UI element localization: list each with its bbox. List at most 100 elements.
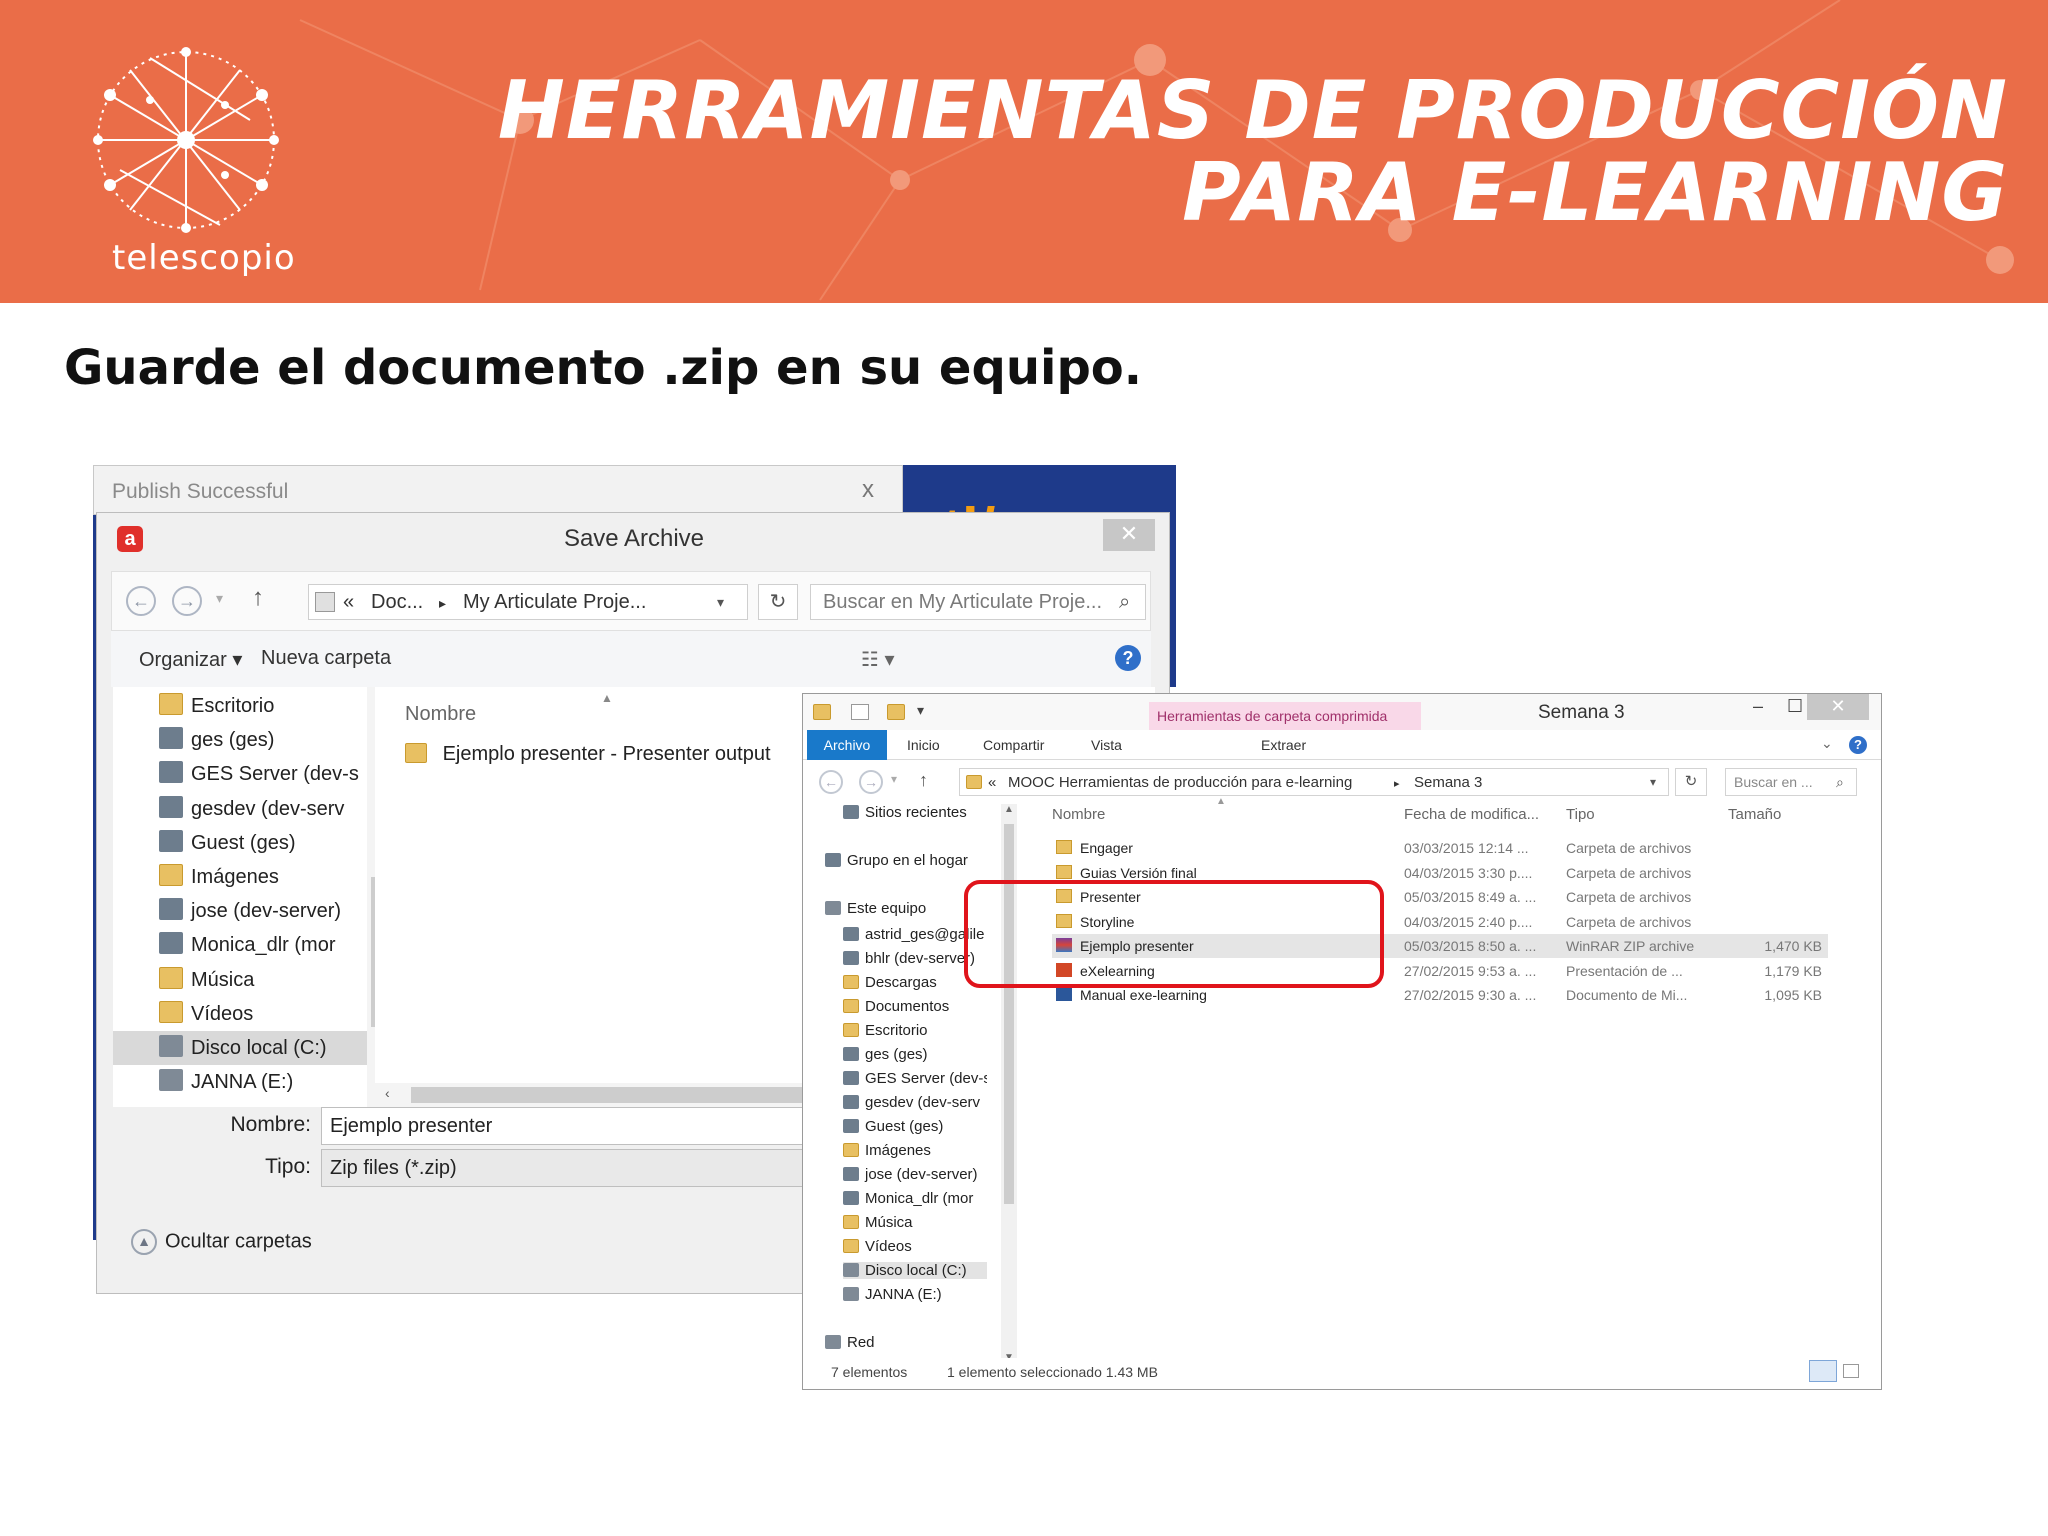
hide-folders-toggle[interactable]: ▲ Ocultar carpetas — [131, 1229, 312, 1255]
large-icons-view-icon[interactable] — [1843, 1364, 1859, 1378]
breadcrumb-overflow[interactable]: « — [988, 774, 996, 791]
breadcrumb-mooc[interactable]: MOOC Herramientas de producción para e-l… — [1008, 774, 1352, 791]
close-button[interactable]: ✕ — [1807, 694, 1869, 720]
column-header-name[interactable]: Nombre — [1052, 806, 1105, 823]
sidebar-item[interactable]: Imágenes — [113, 860, 375, 894]
refresh-icon[interactable]: ↻ — [1675, 768, 1707, 796]
tab-inicio[interactable]: Inicio — [907, 737, 940, 753]
details-view-icon[interactable] — [1809, 1360, 1837, 1382]
sidebar-item[interactable]: Escritorio — [843, 1022, 987, 1039]
tab-archivo[interactable]: Archivo — [807, 730, 887, 760]
course-title: HERRAMIENTAS DE PRODUCCIÓN PARA E-LEARNI… — [498, 70, 2008, 234]
sort-ascending-icon: ▲ — [1216, 796, 1226, 807]
navigation-pane: Escritorio ges (ges) GES Server (dev-s gesd… — [113, 687, 391, 1107]
sidebar-item[interactable]: Guest (ges) — [843, 1118, 987, 1135]
sidebar-item[interactable]: jose (dev-server) — [113, 894, 375, 928]
sidebar-item-label: Música — [865, 1214, 913, 1231]
slide-heading: Guarde el documento .zip en su equipo. — [64, 340, 1143, 396]
forward-arrow-icon[interactable]: → — [859, 770, 883, 794]
sidebar-item-label: Este equipo — [847, 900, 927, 917]
sidebar-item[interactable]: Guest (ges) — [113, 826, 375, 860]
breadcrumb-current[interactable]: Semana 3 — [1414, 774, 1482, 791]
filename-value: Ejemplo presenter — [330, 1115, 493, 1137]
tab-vista[interactable]: Vista — [1091, 737, 1122, 753]
network-drive-icon — [843, 951, 859, 965]
back-arrow-icon[interactable]: ← — [126, 586, 156, 616]
network-drive-icon — [159, 932, 183, 955]
chevron-down-icon[interactable]: ▾ — [891, 772, 897, 786]
search-input[interactable]: Buscar en My Articulate Proje... ⌕ — [810, 584, 1146, 620]
column-header-date[interactable]: Fecha de modifica... — [1404, 806, 1539, 823]
sidebar-item[interactable]: Disco local (C:) — [843, 1262, 987, 1279]
quick-access-dropdown-icon[interactable]: ▾ — [917, 702, 924, 719]
chevron-down-icon[interactable]: ▾ — [717, 594, 724, 611]
sidebar-item[interactable]: ges (ges) — [843, 1046, 987, 1063]
tab-extraer[interactable]: Extraer — [1261, 737, 1306, 753]
sidebar-item-label: ges (ges) — [865, 1046, 928, 1063]
context-tab-compressed-folder-tools[interactable]: Herramientas de carpeta comprimida — [1149, 702, 1421, 730]
sidebar-item[interactable]: GES Server (dev-s — [113, 757, 375, 791]
search-icon: ⌕ — [1836, 774, 1844, 790]
network-drive-icon — [159, 761, 183, 784]
refresh-icon[interactable]: ↻ — [758, 584, 798, 620]
properties-icon[interactable] — [851, 704, 869, 720]
help-icon[interactable]: ? — [1115, 645, 1141, 671]
minimize-icon[interactable]: – — [1753, 696, 1763, 717]
sidebar-item[interactable]: Red — [825, 1334, 987, 1351]
back-arrow-icon[interactable]: ← — [819, 770, 843, 794]
column-header-name[interactable]: Nombre — [405, 703, 476, 726]
table-row[interactable]: Engager 03/03/2015 12:14 ... Carpeta de ar… — [1052, 836, 1828, 860]
sidebar-item-label: Sitios recientes — [865, 804, 967, 821]
forward-arrow-icon[interactable]: → — [172, 586, 202, 616]
close-icon[interactable]: x — [862, 476, 874, 504]
cell-name: Engager — [1080, 840, 1133, 856]
chevron-down-icon[interactable]: ▾ — [1650, 775, 1656, 789]
sidebar-item[interactable]: Documentos — [843, 998, 987, 1015]
sidebar-item[interactable]: Escritorio — [113, 689, 375, 723]
column-header-type[interactable]: Tipo — [1566, 806, 1595, 823]
sidebar-item[interactable]: gesdev (dev-serv — [843, 1094, 987, 1111]
sidebar-item[interactable]: Grupo en el hogar — [825, 852, 987, 869]
scroll-up-icon[interactable]: ▲ — [1004, 804, 1014, 815]
breadcrumb-documents[interactable]: Doc... — [371, 591, 423, 614]
sidebar-item[interactable]: JANNA (E:) — [113, 1065, 375, 1099]
up-arrow-icon[interactable]: ↑ — [252, 584, 264, 612]
sidebar-item[interactable]: Sitios recientes — [843, 804, 987, 821]
status-selection: 1 elemento seleccionado 1.43 MB — [947, 1364, 1158, 1380]
new-folder-icon[interactable] — [887, 704, 905, 720]
sidebar-item[interactable]: Vídeos — [843, 1238, 987, 1255]
sidebar-item[interactable]: Vídeos — [113, 997, 375, 1031]
breadcrumb-current[interactable]: My Articulate Proje... — [463, 591, 646, 614]
sidebar-item[interactable]: jose (dev-server) — [843, 1166, 987, 1183]
maximize-icon[interactable]: ☐ — [1787, 696, 1803, 717]
view-options-icon[interactable]: ☷ ▾ — [861, 647, 895, 672]
address-bar[interactable]: « Doc... ▸ My Articulate Proje... ▾ — [308, 584, 748, 620]
sidebar-item[interactable]: GES Server (dev-s — [843, 1070, 987, 1087]
sidebar-item[interactable]: Música — [113, 963, 375, 997]
drive-icon — [159, 1069, 183, 1092]
sidebar-item[interactable]: ges (ges) — [113, 723, 375, 757]
sidebar-item[interactable]: Este equipo — [825, 900, 987, 917]
list-item[interactable]: Ejemplo presenter - Presenter output — [405, 743, 771, 766]
scroll-left-icon[interactable]: ‹ — [385, 1085, 390, 1101]
sidebar-item[interactable]: Música — [843, 1214, 987, 1231]
help-icon[interactable]: ? — [1849, 736, 1867, 754]
search-input[interactable]: Buscar en ... ⌕ — [1725, 768, 1857, 796]
chevron-down-icon[interactable]: ▾ — [216, 590, 223, 607]
sidebar-item[interactable]: gesdev (dev-serv — [113, 792, 375, 826]
breadcrumb-overflow[interactable]: « — [343, 591, 354, 614]
new-folder-button[interactable]: Nueva carpeta — [261, 647, 391, 670]
address-bar[interactable]: « MOOC Herramientas de producción para e… — [959, 768, 1669, 796]
sidebar-item[interactable]: Imágenes — [843, 1142, 987, 1159]
sidebar-item[interactable]: Disco local (C:) — [113, 1031, 375, 1065]
column-header-size[interactable]: Tamaño — [1728, 806, 1781, 823]
sidebar-item[interactable]: JANNA (E:) — [843, 1286, 987, 1303]
tab-compartir[interactable]: Compartir — [983, 737, 1044, 753]
close-button[interactable]: ✕ — [1103, 519, 1155, 551]
organize-menu[interactable]: Organizar ▾ — [139, 647, 242, 672]
sidebar-item[interactable]: Monica_dlr (mor — [113, 928, 375, 962]
up-arrow-icon[interactable]: ↑ — [919, 770, 928, 791]
sidebar-item[interactable]: Monica_dlr (mor — [843, 1190, 987, 1207]
expand-ribbon-icon[interactable]: ⌄ — [1821, 735, 1833, 752]
course-title-line1: HERRAMIENTAS DE PRODUCCIÓN — [497, 64, 2008, 157]
